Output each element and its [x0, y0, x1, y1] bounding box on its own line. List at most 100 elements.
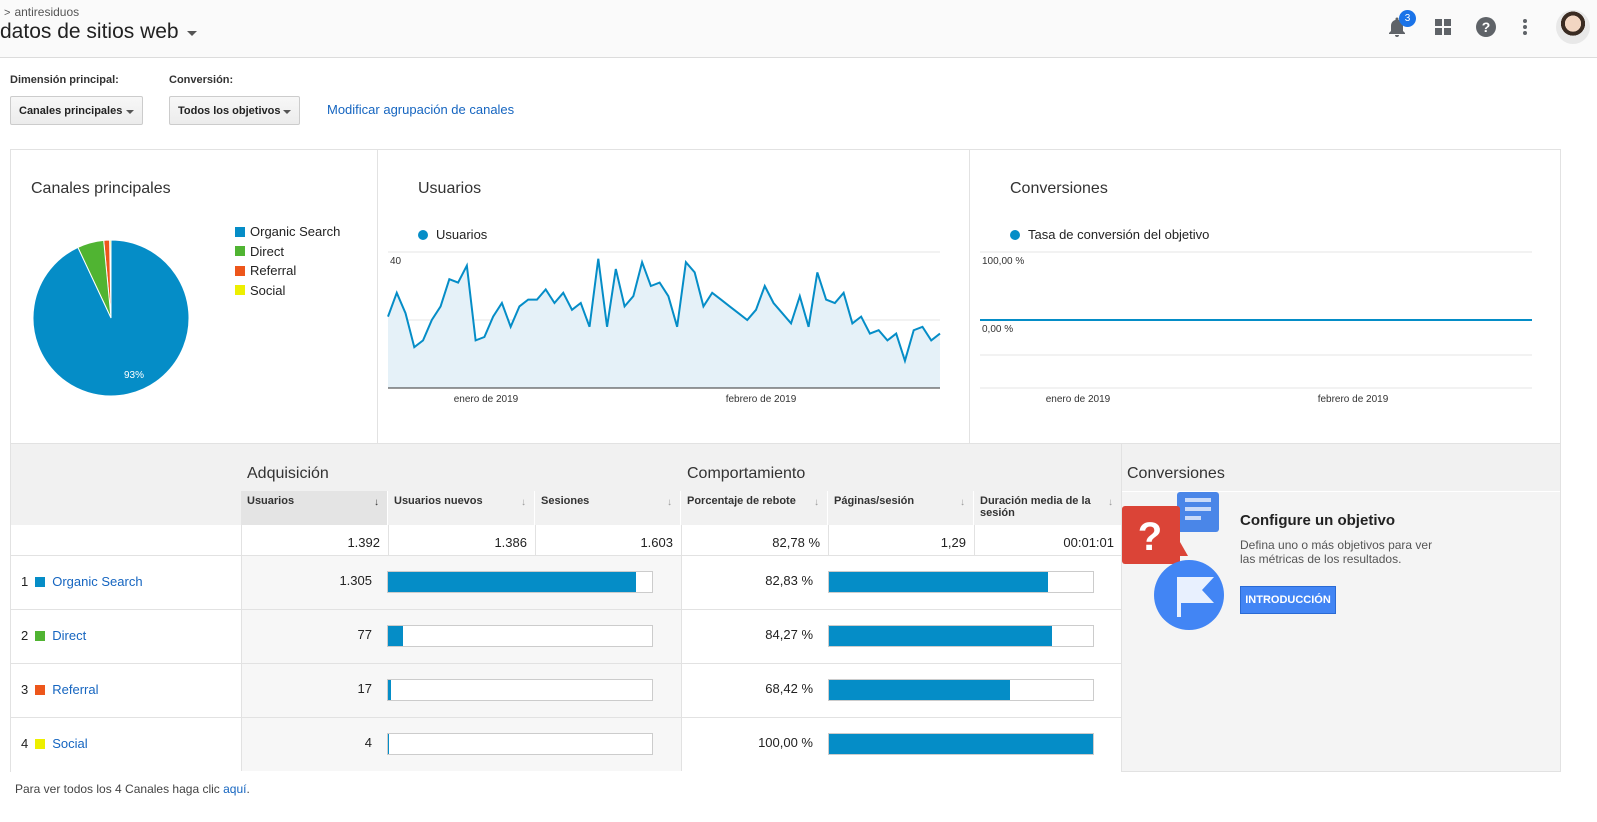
channel-link[interactable]: Direct: [52, 628, 86, 643]
users-value: 1.305: [339, 573, 372, 588]
users-value: 4: [364, 735, 372, 750]
help-icon: ?: [1476, 17, 1496, 37]
channel-swatch-icon: [35, 576, 46, 587]
sort-icon: ↓: [814, 497, 819, 508]
pie-slice-label: 93%: [124, 370, 144, 381]
sort-icon: ↓: [521, 497, 526, 508]
header: > antiresiduos datos de sitios web 3 ?: [0, 0, 1597, 58]
users-bar: [387, 679, 653, 701]
dimension-label: Dimensión principal:: [10, 74, 119, 86]
breadcrumb-account[interactable]: antiresiduos: [14, 5, 79, 19]
apps-grid-icon: [1435, 19, 1451, 35]
channel-swatch-icon: [35, 738, 46, 749]
bounce-bar: [828, 571, 1094, 593]
pie-legend-label: Direct: [250, 243, 284, 259]
legend-swatch-icon: [235, 285, 245, 295]
caret-down-icon: [283, 110, 291, 114]
users-bar: [387, 625, 653, 647]
pie-legend-item[interactable]: Organic Search: [235, 224, 340, 239]
avatar[interactable]: [1556, 10, 1590, 44]
users-cell: 77: [241, 610, 681, 663]
more-vert-icon: [1523, 19, 1527, 35]
users-cell: 4: [241, 718, 681, 771]
footer-note: Para ver todos los 4 Canales haga clic a…: [15, 782, 250, 796]
breadcrumb[interactable]: > antiresiduos: [4, 5, 79, 19]
intro-button[interactable]: INTRODUCCIÓN: [1240, 586, 1336, 614]
conversions-line-chart[interactable]: 100,00 % 0,00 % enero de 2019 febrero de 20…: [970, 240, 1560, 410]
col-bounce-rate[interactable]: Porcentaje de rebote ↓: [681, 491, 828, 526]
conv-y-tick: 0,00 %: [982, 324, 1013, 335]
bounce-cell: 84,27 %: [681, 610, 1122, 663]
help-button[interactable]: ?: [1473, 14, 1499, 40]
table-header: Adquisición Comportamiento Usuarios ↓ Usu…: [11, 443, 1122, 526]
users-bar: [387, 733, 653, 755]
table-row: 4 Social 4 100,00 %: [11, 717, 1122, 771]
page-title[interactable]: datos de sitios web: [0, 20, 179, 44]
col-sessions-label: Sesiones: [541, 495, 590, 507]
col-avg-duration[interactable]: Duración media de la sesión ↓: [974, 491, 1122, 526]
group-behavior: Comportamiento: [687, 465, 806, 482]
col-pages-session[interactable]: Páginas/sesión ↓: [828, 491, 974, 526]
users-area: [388, 258, 940, 388]
conversion-value: Todos los objetivos: [178, 104, 281, 117]
more-menu-button[interactable]: [1512, 14, 1538, 40]
users-bar: [387, 571, 653, 593]
bounce-cell: 82,83 %: [681, 556, 1122, 609]
pie-legend-item[interactable]: Direct: [235, 244, 284, 259]
col-new-users[interactable]: Usuarios nuevos ↓: [388, 491, 535, 526]
chevron-right-icon: >: [4, 7, 11, 19]
dimension-value: Canales principales: [19, 104, 123, 117]
dimension-dropdown[interactable]: Canales principales: [10, 96, 143, 125]
apps-button[interactable]: [1430, 14, 1456, 40]
total-new-users: 1.386: [388, 525, 535, 555]
col-pages-label: Páginas/sesión: [834, 495, 915, 507]
users-value: 17: [357, 681, 372, 696]
col-duration-label: Duración media de la sesión: [980, 495, 1091, 519]
modify-channel-grouping-link[interactable]: Modificar agrupación de canales: [327, 102, 514, 117]
users-cell: 1.305: [241, 556, 681, 609]
conversions-panel: Conversiones Tasa de conversión del obje…: [969, 150, 1560, 444]
users-line-chart[interactable]: 4020enero de 2019febrero de 2019: [378, 240, 968, 410]
bounce-value: 82,83 %: [765, 573, 813, 588]
legend-swatch-icon: [235, 265, 245, 276]
charts-panel: Canales principales 93% Organic Search Di…: [10, 149, 1561, 445]
view-selector[interactable]: datos de sitios web: [0, 20, 197, 44]
legend-swatch-icon: [235, 246, 245, 256]
notifications-button[interactable]: 3: [1384, 10, 1416, 40]
pie-legend-label: Organic Search: [250, 224, 341, 239]
users-bar-fill: [388, 626, 403, 646]
users-bar-fill: [388, 572, 637, 592]
bounce-bar: [828, 679, 1094, 701]
footer-end: .: [246, 782, 250, 796]
pie-legend-label: Social: [250, 282, 286, 298]
col-sessions[interactable]: Sesiones ↓: [535, 491, 681, 526]
footer-link[interactable]: aquí: [223, 782, 246, 796]
setup-goal-heading: Configure un objetivo: [1240, 512, 1395, 529]
users-y-tick: 40: [390, 256, 402, 267]
pie-legend-item[interactable]: Social: [235, 283, 285, 298]
pie-slice-organic-search[interactable]: [32, 239, 190, 397]
goal-setup-card: ? Configure un objetivo Defina uno o más…: [1122, 491, 1560, 771]
svg-text:?: ?: [1482, 19, 1491, 35]
setup-goal-text: Defina uno o más objetivos para ver las …: [1240, 538, 1433, 566]
bounce-bar-fill: [829, 572, 1048, 592]
users-panel: Usuarios Usuarios 4020enero de 2019febre…: [377, 150, 969, 444]
sort-down-icon: ↓: [374, 497, 379, 508]
conversion-dropdown[interactable]: Todos los objetivos: [169, 96, 300, 125]
col-users[interactable]: Usuarios ↓: [241, 491, 388, 526]
pie-legend-item[interactable]: Referral: [235, 263, 296, 278]
total-pages: 1,29: [828, 525, 974, 555]
bounce-bar: [828, 733, 1094, 755]
total-users: 1.392: [241, 525, 388, 555]
pie-chart[interactable]: 93%: [31, 238, 191, 398]
legend-dot-icon: [418, 229, 428, 240]
channel-link[interactable]: Organic Search: [52, 574, 142, 589]
channel-link[interactable]: Social: [52, 736, 87, 751]
pie-legend-label: Referral: [250, 263, 297, 278]
channel-link[interactable]: Referral: [52, 682, 98, 697]
users-x-tick: enero de 2019: [454, 394, 519, 405]
table-row: 2 Direct 77 84,27 %: [11, 609, 1122, 663]
channels-table: Adquisición Comportamiento Usuarios ↓ Usu…: [10, 443, 1122, 772]
conv-x-tick: enero de 2019: [1046, 394, 1111, 405]
conversions-chart-title: Conversiones: [1010, 180, 1108, 197]
